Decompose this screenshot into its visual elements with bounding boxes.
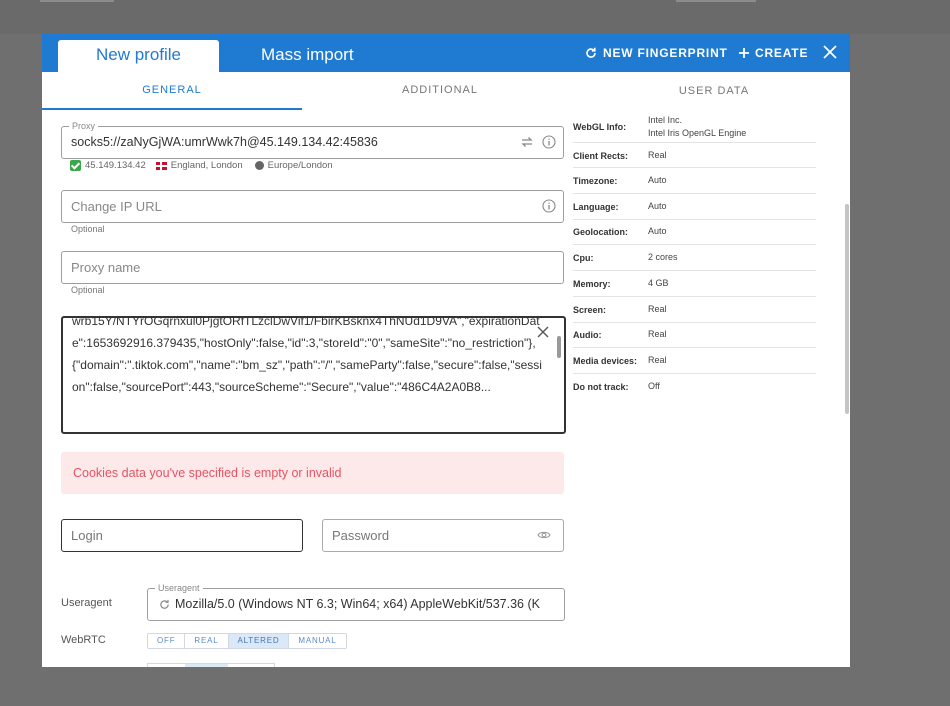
fp-key: Language:	[573, 202, 619, 212]
close-icon[interactable]	[820, 42, 840, 62]
fp-value: Real	[648, 329, 667, 339]
fp-row-geolocation: Geolocation: Auto	[573, 220, 816, 245]
new-fingerprint-button[interactable]: NEW FINGERPRINT	[585, 44, 728, 62]
refresh-icon[interactable]	[159, 599, 170, 610]
fp-value: 2 cores	[648, 252, 678, 262]
proxy-name-hint: Optional	[71, 285, 105, 295]
cookies-error-alert: Cookies data you've specified is empty o…	[61, 452, 564, 494]
fp-row-webgl: WebGL Info: Intel Inc. Intel Iris OpenGL…	[573, 110, 816, 143]
webrtc-option-altered[interactable]: ALTERED	[228, 634, 290, 648]
fp-key: WebGL Info:	[573, 122, 627, 132]
check-icon	[70, 160, 81, 171]
eye-icon[interactable]	[537, 530, 551, 540]
swap-icon[interactable]	[520, 135, 534, 149]
fp-row-language: Language: Auto	[573, 194, 816, 220]
info-icon[interactable]	[542, 199, 556, 213]
fp-row-client-rects: Client Rects: Real	[573, 143, 816, 168]
fp-key: Timezone:	[573, 176, 618, 186]
password-input[interactable]: Password	[322, 519, 564, 552]
change-ip-url-input[interactable]: Change IP URL	[61, 190, 564, 223]
change-ip-url-hint: Optional	[71, 224, 105, 234]
fp-key: Cpu:	[573, 253, 594, 263]
fp-value: Auto	[648, 226, 667, 236]
create-label: CREATE	[755, 46, 809, 60]
tab-new-profile[interactable]: New profile	[58, 40, 219, 72]
webrtc-option-off[interactable]: OFF	[148, 634, 186, 648]
fp-value: 4 GB	[648, 278, 669, 288]
fp-row-media-devices: Media devices: Real	[573, 348, 816, 374]
fp-key: Screen:	[573, 305, 607, 315]
fp-row-audio: Audio: Real	[573, 323, 816, 348]
proxy-check-result: 45.149.134.42 England, London Europe/Lon…	[70, 160, 333, 171]
proxy-ip: 45.149.134.42	[85, 160, 146, 171]
fp-value: Real	[648, 304, 667, 314]
webrtc-option-real[interactable]: REAL	[185, 634, 229, 648]
fp-key: Do not track:	[573, 382, 629, 392]
login-placeholder: Login	[71, 528, 103, 543]
fp-value: Auto	[648, 175, 667, 185]
section-tabs: GENERAL ADDITIONAL USER DATA	[42, 72, 850, 110]
fp-value: Real	[648, 355, 667, 365]
tab-mass-import[interactable]: Mass import	[261, 40, 354, 70]
useragent-label: Useragent	[61, 597, 112, 609]
background-element	[40, 0, 114, 2]
tab-general[interactable]: GENERAL	[42, 72, 302, 110]
cookies-text: wrb15Y/NTYrOGqrnxul0PjgtORfTLzclDwVif1/F…	[72, 316, 542, 394]
background-element	[676, 0, 756, 2]
dialog-scrollbar[interactable]	[845, 204, 849, 414]
refresh-icon	[586, 47, 596, 58]
fp-row-screen: Screen: Real	[573, 297, 816, 323]
background-app	[0, 0, 950, 34]
proxy-value: socks5://zaNyGjWA:umrWwk7h@45.149.134.42…	[71, 135, 378, 149]
new-fingerprint-label: NEW FINGERPRINT	[603, 46, 728, 60]
error-message: Cookies data you've specified is empty o…	[73, 466, 342, 480]
next-selector-cutoff	[147, 663, 275, 667]
proxy-timezone: Europe/London	[267, 160, 333, 171]
fp-row-timezone: Timezone: Auto	[573, 168, 816, 194]
clock-icon	[254, 161, 264, 170]
proxy-name-placeholder: Proxy name	[71, 260, 141, 275]
password-placeholder: Password	[332, 528, 390, 543]
proxy-field[interactable]: Proxy socks5://zaNyGjWA:umrWwk7h@45.149.…	[61, 120, 564, 159]
useragent-value: Mozilla/5.0 (Windows NT 6.3; Win64; x64)…	[175, 597, 540, 611]
fp-value: Intel Inc.	[648, 115, 683, 125]
fp-key: Media devices:	[573, 356, 638, 366]
info-icon[interactable]	[542, 135, 556, 149]
webrtc-option-manual[interactable]: MANUAL	[289, 634, 345, 648]
next-selector-active	[185, 664, 228, 667]
fp-key: Memory:	[573, 279, 611, 289]
change-ip-url-placeholder: Change IP URL	[71, 199, 162, 214]
fp-value: Real	[648, 150, 667, 160]
fp-value: Off	[648, 381, 660, 391]
fp-row-do-not-track: Do not track: Off	[573, 374, 816, 399]
fp-row-cpu: Cpu: 2 cores	[573, 245, 816, 271]
textarea-scrollbar[interactable]	[557, 336, 561, 358]
fp-key: Geolocation:	[573, 227, 629, 237]
clear-icon[interactable]	[537, 326, 549, 338]
create-button[interactable]: CREATE	[739, 44, 808, 62]
useragent-field[interactable]: Useragent Mozilla/5.0 (Windows NT 6.3; W…	[147, 582, 565, 621]
dialog-header: New profile Mass import NEW FINGERPRINT …	[42, 34, 850, 72]
tab-user-data[interactable]: USER DATA	[573, 73, 850, 109]
fp-value: Auto	[648, 201, 667, 211]
new-profile-dialog: New profile Mass import NEW FINGERPRINT …	[42, 34, 850, 667]
webrtc-label: WebRTC	[61, 634, 106, 646]
fp-row-memory: Memory: 4 GB	[573, 271, 816, 297]
tab-additional[interactable]: ADDITIONAL	[302, 72, 578, 108]
cookies-textarea[interactable]: wrb15Y/NTYrOGqrnxul0PjgtORfTLzclDwVif1/F…	[61, 316, 566, 434]
login-input[interactable]: Login	[61, 519, 303, 552]
webrtc-selector: OFF REAL ALTERED MANUAL	[147, 633, 347, 649]
fp-key: Client Rects:	[573, 151, 629, 161]
fp-value-secondary: Intel Iris OpenGL Engine	[648, 128, 747, 138]
uk-flag-icon	[155, 161, 167, 170]
fp-key: Audio:	[573, 330, 602, 340]
proxy-location: England, London	[170, 160, 243, 171]
plus-icon	[739, 48, 749, 58]
proxy-name-input[interactable]: Proxy name	[61, 251, 564, 284]
